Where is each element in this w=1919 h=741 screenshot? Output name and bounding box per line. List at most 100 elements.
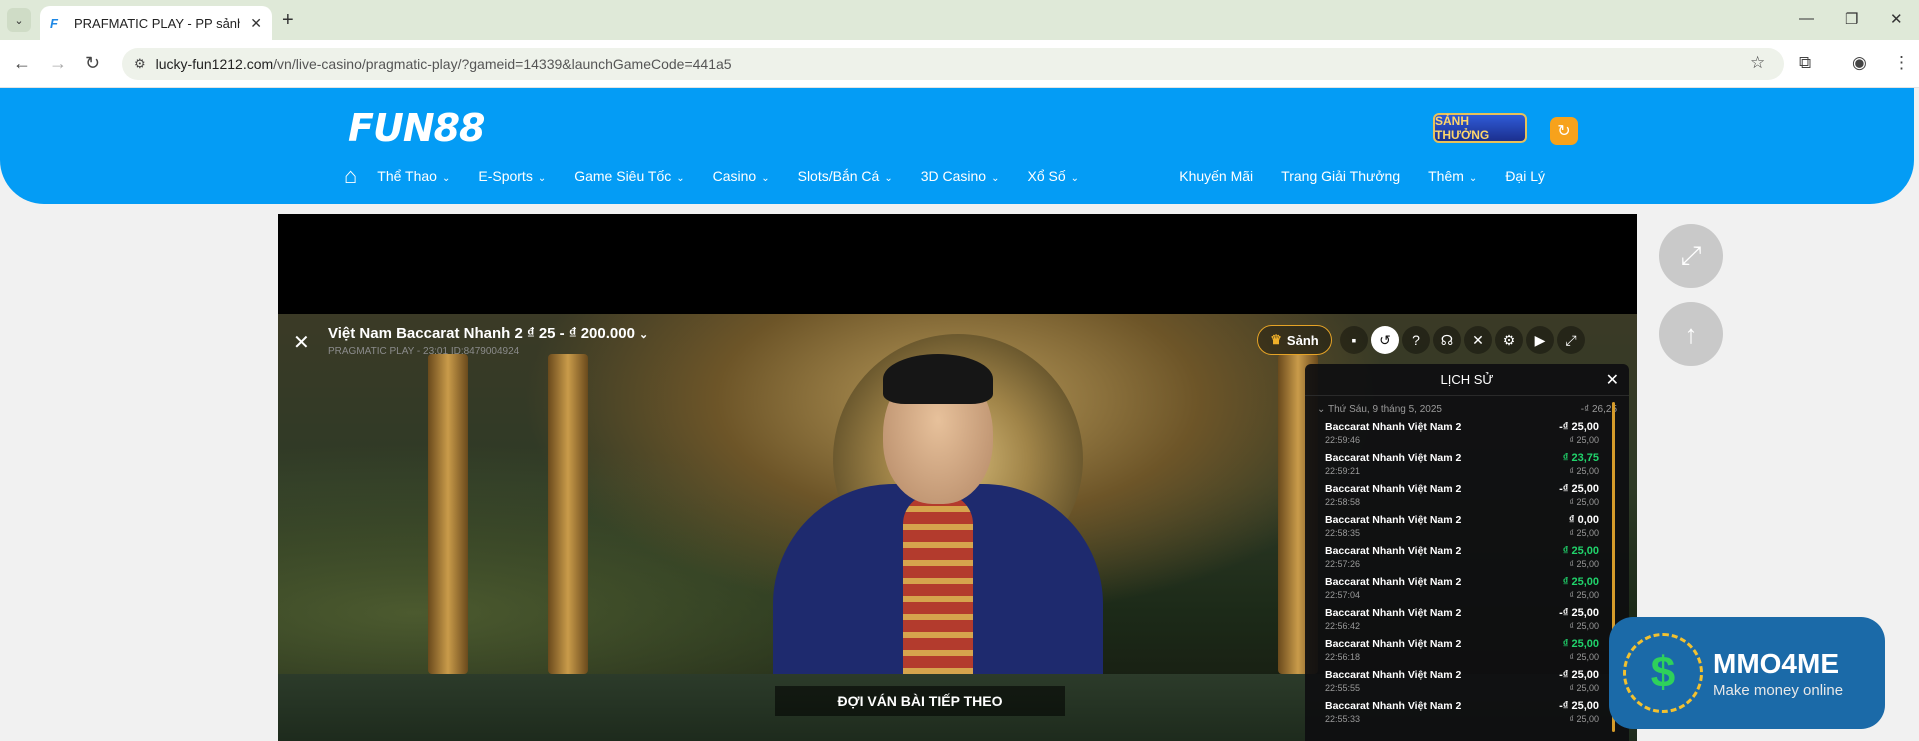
history-icon[interactable]: ↺ xyxy=(1371,326,1399,354)
history-row-time: 22:58:35 xyxy=(1325,528,1361,538)
history-row-time: 22:55:33 xyxy=(1325,714,1361,724)
history-row[interactable]: Baccarat Nhanh Việt Nam 2 22:59:21 ₫ 23,75… xyxy=(1305,448,1629,479)
nav-item-sports[interactable]: Thể Thao ⌄ xyxy=(377,168,450,184)
history-row-amount: ₫ 25,00 xyxy=(1562,545,1599,557)
history-date-group[interactable]: ⌄ Thứ Sáu, 9 tháng 5, 2025 -₫ 26,25 xyxy=(1305,396,1629,417)
bookmark-star-icon[interactable]: ☆ xyxy=(1750,53,1765,73)
history-row-amount: ₫ 23,75 xyxy=(1562,452,1599,464)
nav-item-rewards[interactable]: Trang Giải Thưởng xyxy=(1281,168,1400,184)
crown-icon: ♛ xyxy=(1270,332,1282,347)
tab-close-icon[interactable]: ✕ xyxy=(250,15,262,32)
site-info-icon[interactable]: ⚙ xyxy=(134,56,146,72)
url-host: lucky-fun1212.com xyxy=(155,56,274,72)
reload-icon[interactable]: ↻ xyxy=(85,53,100,74)
history-row-stake: ₫ 25,00 xyxy=(1569,528,1599,538)
help-icon[interactable]: ? xyxy=(1402,326,1430,354)
chat-icon[interactable]: ▪ xyxy=(1340,326,1368,354)
chevron-down-icon: ⌄ xyxy=(441,173,451,184)
dollar-coin-icon: $ xyxy=(1623,633,1703,713)
history-panel: LỊCH SỬ ✕ ⌄ Thứ Sáu, 9 tháng 5, 2025 -₫ … xyxy=(1305,364,1629,741)
new-tab-icon[interactable]: + xyxy=(282,9,294,32)
game-subtitle: PRAGMATIC PLAY - 23:01 ID:8479004924 xyxy=(328,346,520,357)
nav-label: E-Sports xyxy=(478,168,533,184)
history-row-stake: ₫ 25,00 xyxy=(1569,590,1599,600)
gear-icon[interactable]: ⚙ xyxy=(1495,326,1523,354)
game-title-dropdown[interactable]: Việt Nam Baccarat Nhanh 2 ₫ 25 - ₫ 200.0… xyxy=(328,325,648,342)
nav-label: Xổ Số xyxy=(1027,168,1066,184)
nav-item-fast-games[interactable]: Game Siêu Tốc ⌄ xyxy=(574,168,684,184)
scroll-top-icon[interactable]: ↑ xyxy=(1659,302,1723,366)
history-row[interactable]: Baccarat Nhanh Việt Nam 2 22:57:04 ₫ 25,00… xyxy=(1305,572,1629,603)
nav-item-promotions[interactable]: Khuyến Mãi xyxy=(1179,168,1253,184)
history-row-amount: -₫ 25,00 xyxy=(1559,669,1599,681)
secondary-nav: Khuyến Mãi Trang Giải Thưởng Thêm ⌄ Đại L… xyxy=(1179,162,1545,190)
nav-item-agent[interactable]: Đại Lý xyxy=(1505,168,1545,184)
mmo4me-watermark: $ MMO4ME Make money online xyxy=(1609,617,1885,729)
history-row[interactable]: Baccarat Nhanh Việt Nam 2 22:56:18 ₫ 25,00… xyxy=(1305,634,1629,665)
live-game-frame[interactable]: ✕ Việt Nam Baccarat Nhanh 2 ₫ 25 - ₫ 200… xyxy=(278,214,1637,741)
back-arrow-icon[interactable]: ← xyxy=(13,53,31,74)
history-row-time: 22:56:18 xyxy=(1325,652,1361,662)
history-row[interactable]: Baccarat Nhanh Việt Nam 2 22:55:33 -₫ 25,0… xyxy=(1305,696,1629,727)
close-history-icon[interactable]: ✕ xyxy=(1606,370,1619,390)
nav-item-lottery[interactable]: Xổ Số ⌄ xyxy=(1027,168,1079,184)
history-row-name: Baccarat Nhanh Việt Nam 2 xyxy=(1325,514,1462,526)
history-row-time: 22:56:42 xyxy=(1325,621,1361,631)
history-row-time: 22:59:21 xyxy=(1325,466,1361,476)
minimize-icon[interactable]: — xyxy=(1799,10,1814,27)
history-row-amount: ₫ 25,00 xyxy=(1562,576,1599,588)
chevron-down-icon: ⌄ xyxy=(638,329,649,341)
tab-search-button[interactable]: ⌄ xyxy=(7,8,31,32)
tab-title: PRAFMATIC PLAY - PP sảnh chơ xyxy=(74,15,240,31)
refresh-balance-icon[interactable]: ↻ xyxy=(1550,117,1578,145)
history-row-amount: -₫ 25,00 xyxy=(1559,700,1599,712)
reward-lobby-badge[interactable]: SẢNH THƯỞNG xyxy=(1433,113,1527,143)
fullscreen-icon[interactable]: ⤢ xyxy=(1557,326,1585,354)
profile-icon[interactable]: ◉ xyxy=(1852,53,1867,73)
game-header: ✕ Việt Nam Baccarat Nhanh 2 ₫ 25 - ₫ 200… xyxy=(278,314,1637,364)
history-row-amount: -₫ 25,00 xyxy=(1559,607,1599,619)
nav-label: Slots/Bắn Cá xyxy=(797,168,880,184)
history-row[interactable]: Baccarat Nhanh Việt Nam 2 22:56:42 -₫ 25,0… xyxy=(1305,603,1629,634)
history-row-time: 22:55:55 xyxy=(1325,683,1361,693)
history-row-name: Baccarat Nhanh Việt Nam 2 xyxy=(1325,607,1462,619)
decor-pillar xyxy=(428,354,468,674)
history-row-stake: ₫ 25,00 xyxy=(1569,435,1599,445)
browser-tab-active[interactable]: F PRAFMATIC PLAY - PP sảnh chơ ✕ xyxy=(40,6,272,40)
history-row[interactable]: Baccarat Nhanh Việt Nam 2 22:57:26 ₫ 25,00… xyxy=(1305,541,1629,572)
nav-item-esports[interactable]: E-Sports ⌄ xyxy=(478,168,546,184)
video-icon[interactable]: ▶ xyxy=(1526,326,1554,354)
nav-item-slots[interactable]: Slots/Bắn Cá ⌄ xyxy=(798,168,893,184)
history-row[interactable]: Baccarat Nhanh Việt Nam 2 22:58:58 -₫ 25,0… xyxy=(1305,479,1629,510)
chevron-down-icon: ⌄ xyxy=(1317,404,1328,415)
nav-item-casino[interactable]: Casino ⌄ xyxy=(713,168,770,184)
history-row-name: Baccarat Nhanh Việt Nam 2 xyxy=(1325,452,1462,464)
history-row[interactable]: Baccarat Nhanh Việt Nam 2 22:59:46 -₫ 25,0… xyxy=(1305,417,1629,448)
address-bar[interactable]: ⚙ lucky-fun1212.com/vn/live-casino/pragm… xyxy=(122,48,1784,80)
restore-icon[interactable]: ❐ xyxy=(1845,10,1858,28)
close-game-icon[interactable]: ✕ xyxy=(293,330,310,355)
expand-icon[interactable]: ⤢ xyxy=(1659,224,1723,288)
history-row-time: 22:58:58 xyxy=(1325,497,1361,507)
home-icon[interactable]: ⌂ xyxy=(344,163,357,189)
nav-item-more[interactable]: Thêm ⌄ xyxy=(1428,168,1477,184)
history-row-time: 22:57:26 xyxy=(1325,559,1361,569)
window-close-icon[interactable]: ✕ xyxy=(1890,10,1903,28)
history-row-stake: ₫ 25,00 xyxy=(1569,621,1599,631)
forward-arrow-icon[interactable]: → xyxy=(49,53,67,74)
lobby-label: Sảnh xyxy=(1286,332,1319,348)
fun88-logo[interactable]: FUN88 xyxy=(348,106,485,150)
nav-label: 3D Casino xyxy=(920,168,987,184)
headset-icon[interactable]: ☊ xyxy=(1433,326,1461,354)
browser-menu-icon[interactable]: ⋮ xyxy=(1893,53,1910,73)
browser-toolbar: ← → ↻ ⚙ lucky-fun1212.com/vn/live-casino… xyxy=(0,40,1919,88)
nav-item-3d-casino[interactable]: 3D Casino ⌄ xyxy=(921,168,1000,184)
history-row[interactable]: Baccarat Nhanh Việt Nam 2 22:55:55 -₫ 25,0… xyxy=(1305,665,1629,696)
extensions-icon[interactable]: ⧉ xyxy=(1799,53,1811,73)
history-row-amount: ₫ 0,00 xyxy=(1568,514,1599,526)
history-row-name: Baccarat Nhanh Việt Nam 2 xyxy=(1325,669,1462,681)
history-row[interactable]: Baccarat Nhanh Việt Nam 2 22:58:35 ₫ 0,00 ₫… xyxy=(1305,510,1629,541)
lobby-button[interactable]: ♛ Sảnh xyxy=(1257,325,1332,355)
url-text: lucky-fun1212.com/vn/live-casino/pragmat… xyxy=(156,56,732,72)
mute-icon[interactable]: ✕ xyxy=(1464,326,1492,354)
